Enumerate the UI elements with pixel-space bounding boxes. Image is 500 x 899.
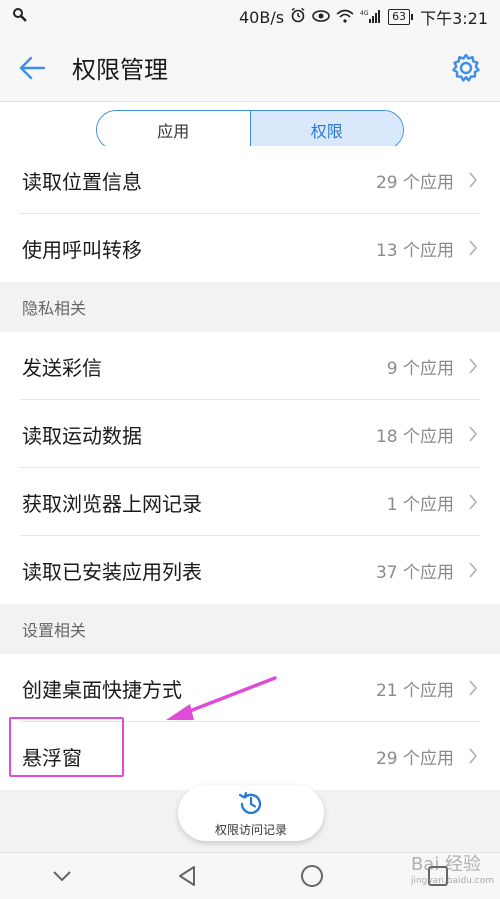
list-item-count: 29 个应用 bbox=[375, 748, 454, 769]
list-item-floating-window[interactable]: 悬浮窗 29 个应用 bbox=[0, 722, 500, 790]
list-item-name: 悬浮窗 bbox=[22, 745, 82, 770]
permission-list: 读取位置信息 29 个应用 使用呼叫转移 13 个应用 隐私相关 发送彩信 9 … bbox=[0, 146, 500, 790]
list-item-name: 读取已安装应用列表 bbox=[22, 559, 202, 584]
watermark-text: Bai 经验 bbox=[410, 854, 482, 875]
list-item-location[interactable]: 读取位置信息 29 个应用 bbox=[0, 146, 500, 214]
svg-text:4G: 4G bbox=[360, 10, 369, 17]
section-header-privacy: 隐私相关 bbox=[0, 282, 500, 332]
tab-apps[interactable]: 应用 bbox=[97, 111, 250, 149]
wrench-icon bbox=[12, 7, 28, 27]
alarm-icon bbox=[290, 7, 306, 27]
collapse-down-icon[interactable] bbox=[51, 869, 73, 883]
chevron-right-icon bbox=[469, 358, 478, 374]
list-item-name: 创建桌面快捷方式 bbox=[22, 677, 182, 702]
access-history-button[interactable]: 权限访问记录 bbox=[178, 785, 324, 841]
home-circle-icon[interactable] bbox=[300, 864, 324, 888]
status-bar: 40B/s 4G 63 下午3:21 bbox=[0, 0, 500, 34]
chevron-right-icon bbox=[469, 680, 478, 696]
list-item-browser-history[interactable]: 获取浏览器上网记录 1 个应用 bbox=[0, 468, 500, 536]
list-item-shortcut[interactable]: 创建桌面快捷方式 21 个应用 bbox=[0, 654, 500, 722]
watermark: Bai 经验 jingyan.baidu.com bbox=[411, 850, 494, 886]
history-clock-icon bbox=[238, 791, 262, 814]
list-item-installed-apps[interactable]: 读取已安装应用列表 37 个应用 bbox=[0, 536, 500, 604]
list-item-name: 读取位置信息 bbox=[22, 169, 142, 194]
chevron-right-icon bbox=[469, 172, 478, 188]
list-item-count: 29 个应用 bbox=[375, 172, 454, 193]
page-title: 权限管理 bbox=[72, 56, 168, 84]
list-item-count: 21 个应用 bbox=[375, 680, 454, 701]
chevron-right-icon bbox=[469, 494, 478, 510]
access-history-label: 权限访问记录 bbox=[214, 822, 287, 837]
network-speed: 40B/s bbox=[239, 7, 285, 27]
list-item-name: 获取浏览器上网记录 bbox=[22, 491, 202, 516]
wifi-icon bbox=[336, 8, 354, 27]
signal-4g-icon: 4G bbox=[360, 8, 382, 27]
section-header-settings: 设置相关 bbox=[0, 604, 500, 654]
list-item-name: 使用呼叫转移 bbox=[22, 237, 142, 262]
list-item-motion-data[interactable]: 读取运动数据 18 个应用 bbox=[0, 400, 500, 468]
back-triangle-icon[interactable] bbox=[176, 865, 198, 887]
list-item-count: 1 个应用 bbox=[386, 494, 454, 515]
arrow-left-icon[interactable] bbox=[18, 56, 46, 80]
battery-icon: 63 bbox=[388, 9, 414, 25]
list-item-mms[interactable]: 发送彩信 9 个应用 bbox=[0, 332, 500, 400]
clock-time: 下午3:21 bbox=[420, 9, 488, 28]
list-item-count: 37 个应用 bbox=[375, 562, 454, 583]
chevron-right-icon bbox=[469, 748, 478, 764]
chevron-right-icon bbox=[469, 562, 478, 578]
watermark-sub: jingyan.baidu.com bbox=[410, 876, 494, 886]
list-item-call-forward[interactable]: 使用呼叫转移 13 个应用 bbox=[0, 214, 500, 282]
list-item-count: 18 个应用 bbox=[375, 426, 454, 447]
chevron-right-icon bbox=[469, 240, 478, 256]
gear-icon[interactable] bbox=[450, 52, 482, 84]
eye-icon bbox=[312, 8, 330, 27]
list-item-name: 读取运动数据 bbox=[22, 423, 142, 448]
app-bar: 权限管理 bbox=[0, 34, 500, 102]
list-item-name: 发送彩信 bbox=[22, 355, 102, 380]
chevron-right-icon bbox=[469, 426, 478, 442]
list-item-count: 9 个应用 bbox=[386, 358, 454, 379]
tab-permissions[interactable]: 权限 bbox=[249, 111, 403, 149]
list-item-count: 13 个应用 bbox=[375, 240, 454, 261]
segmented-control: 应用 权限 bbox=[96, 110, 404, 150]
